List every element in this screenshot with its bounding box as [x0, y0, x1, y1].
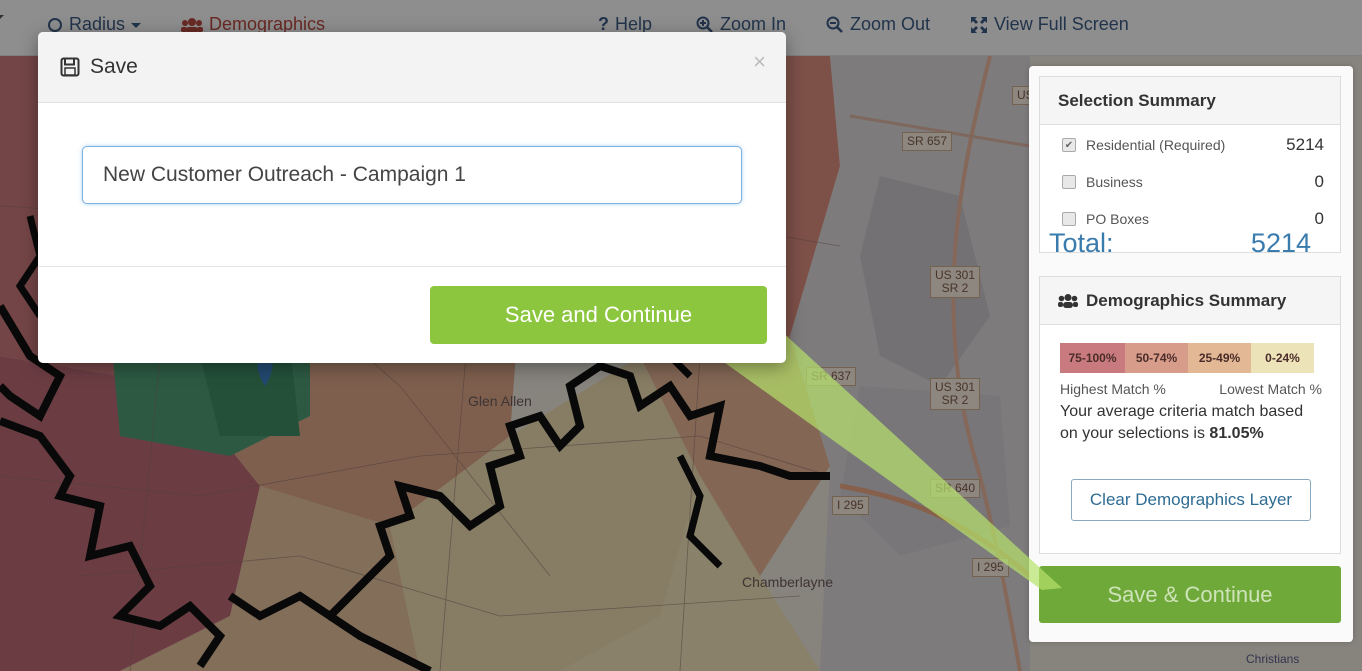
selection-summary-card: Selection Summary ✔ Residential (Require…	[1039, 76, 1341, 253]
checkbox-icon[interactable]	[1062, 212, 1076, 226]
selection-row-value: 5214	[1286, 135, 1324, 154]
legend-25-49: 25-49%	[1188, 343, 1251, 373]
selection-summary-title: Selection Summary	[1040, 77, 1340, 125]
match-legend: 75-100% 50-74% 25-49% 0-24%	[1060, 343, 1314, 373]
campaign-name-input[interactable]	[82, 146, 742, 204]
average-match-sentence: Your average criteria match based on you…	[1060, 403, 1304, 442]
total-value: 5214	[1250, 228, 1311, 258]
checkbox-checked-icon[interactable]: ✔	[1062, 138, 1076, 152]
modal-title: Save	[90, 55, 138, 78]
legend-0-24: 0-24%	[1251, 343, 1314, 373]
summary-panel: Selection Summary ✔ Residential (Require…	[1029, 66, 1353, 642]
selection-row-label: PO Boxes	[1086, 211, 1150, 227]
clear-demographics-layer-button[interactable]: Clear Demographics Layer	[1071, 479, 1311, 521]
modal-divider	[38, 266, 786, 267]
lowest-match-label: Lowest Match %	[1219, 381, 1322, 397]
legend-50-74: 50-74%	[1125, 343, 1188, 373]
match-labels: Highest Match % Lowest Match %	[1060, 381, 1322, 397]
demographics-summary-card: Demographics Summary 75-100% 50-74% 25-4…	[1039, 276, 1341, 554]
checkbox-icon[interactable]	[1062, 175, 1076, 189]
selection-row-value: 0	[1314, 209, 1324, 228]
demographics-summary-title: Demographics Summary	[1086, 290, 1287, 310]
modal-header: Save	[38, 32, 786, 103]
selection-row-value: 0	[1314, 172, 1324, 191]
save-and-continue-panel-button[interactable]: Save & Continue	[1039, 566, 1341, 623]
highest-match-label: Highest Match %	[1060, 381, 1166, 397]
selection-row-po-boxes[interactable]: PO Boxes 0	[1062, 209, 1324, 229]
total-row: Total: 5214	[1049, 228, 1311, 259]
selection-row-label: Residential (Required)	[1086, 137, 1226, 153]
demographics-summary-header: Demographics Summary	[1040, 277, 1340, 325]
selection-row-business[interactable]: Business 0	[1062, 172, 1324, 192]
close-icon[interactable]: ×	[753, 51, 766, 73]
average-match-text: Your average criteria match based on you…	[1060, 401, 1322, 445]
save-modal: Save × Save and Continue	[38, 32, 786, 363]
floppy-disk-icon	[60, 57, 80, 77]
total-label: Total:	[1049, 228, 1114, 258]
selection-row-residential[interactable]: ✔ Residential (Required) 5214	[1062, 135, 1324, 155]
legend-75-100: 75-100%	[1060, 343, 1125, 373]
average-match-value: 81.05%	[1209, 425, 1264, 442]
users-icon	[1058, 294, 1078, 308]
selection-row-label: Business	[1086, 174, 1143, 190]
save-and-continue-button[interactable]: Save and Continue	[430, 286, 767, 344]
